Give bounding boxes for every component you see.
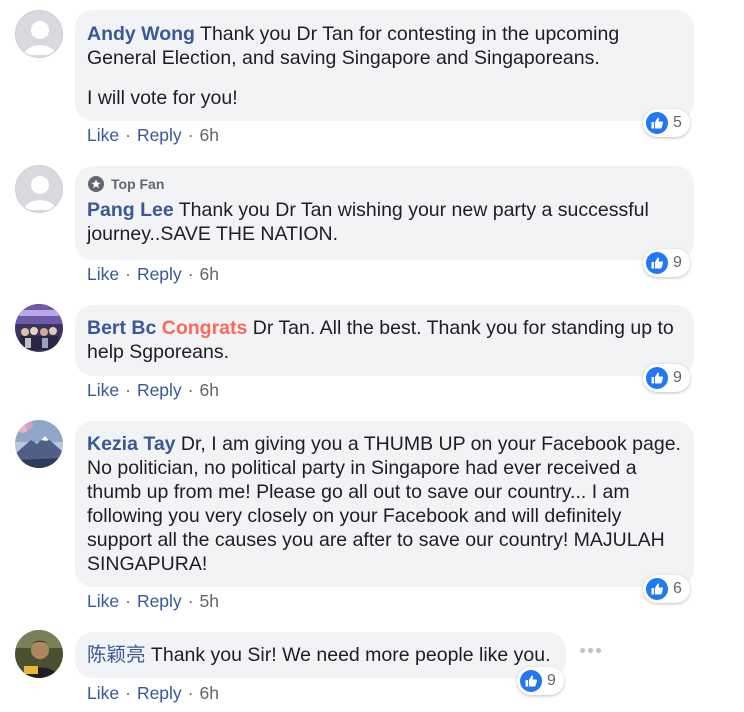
separator: · (125, 683, 131, 703)
separator: · (125, 591, 131, 611)
default-user-icon (24, 21, 56, 55)
like-thumb-icon (646, 112, 668, 134)
comment-author[interactable]: Pang Lee (87, 199, 174, 221)
comment-actions: Like · Reply · 6h (87, 125, 219, 145)
top-fan-label: Top Fan (111, 176, 165, 192)
avatar[interactable] (15, 165, 63, 213)
reply-link[interactable]: Reply (137, 380, 182, 400)
separator: · (187, 380, 194, 400)
reaction-count[interactable]: 9 (643, 364, 690, 392)
avatar[interactable] (15, 630, 63, 678)
default-user-icon (24, 176, 56, 210)
avatar[interactable] (15, 10, 63, 58)
mountain-landscape-icon (15, 420, 63, 468)
timestamp[interactable]: 6h (200, 683, 219, 703)
comment-text: Thank you Sir! We need more people like … (145, 644, 551, 666)
avatar[interactable] (15, 420, 63, 468)
like-link[interactable]: Like (87, 380, 119, 400)
reaction-number: 6 (673, 580, 682, 597)
top-fan-badge: Top Fan (88, 175, 682, 193)
separator: · (187, 591, 194, 611)
like-thumb-icon (646, 578, 668, 600)
comment-actions: Like · Reply · 6h (87, 380, 219, 400)
comment-actions: Like · Reply · 6h (87, 264, 219, 284)
comment-actions: Like · Reply · 6h (87, 683, 219, 703)
comment-bubble: Top Fan Pang Lee Thank you Dr Tan wishin… (75, 166, 694, 260)
timestamp[interactable]: 6h (200, 380, 219, 400)
top-fan-star-icon (88, 176, 104, 192)
reply-link[interactable]: Reply (137, 591, 182, 611)
like-link[interactable]: Like (87, 683, 119, 703)
comment-author[interactable]: Andy Wong (87, 23, 195, 45)
reaction-number: 9 (547, 672, 556, 689)
separator: · (125, 125, 131, 145)
reaction-number: 9 (673, 254, 682, 271)
separator: · (187, 125, 194, 145)
reaction-number: 5 (673, 114, 682, 131)
more-options-icon[interactable] (580, 648, 601, 653)
separator: · (187, 264, 194, 284)
like-link[interactable]: Like (87, 591, 119, 611)
timestamp[interactable]: 5h (200, 591, 219, 611)
avatar[interactable] (15, 304, 63, 352)
user-photo-icon (15, 630, 63, 678)
comment-bubble: Andy Wong Thank you Dr Tan for contestin… (75, 10, 694, 121)
reaction-count[interactable]: 5 (643, 109, 690, 137)
comment-actions: Like · Reply · 5h (87, 591, 219, 611)
comment-bubble: Bert Bc Congrats Dr Tan. All the best. T… (75, 305, 694, 376)
comment-bubble: Kezia Tay Dr, I am giving you a THUMB UP… (75, 421, 694, 587)
reaction-count[interactable]: 9 (517, 667, 564, 695)
like-thumb-icon (646, 252, 668, 274)
group-photo-icon (15, 304, 63, 352)
separator: · (187, 683, 194, 703)
reaction-count[interactable]: 6 (643, 575, 690, 603)
comment-text: I will vote for you! (87, 87, 238, 109)
comment-author[interactable]: Kezia Tay (87, 433, 176, 455)
timestamp[interactable]: 6h (200, 264, 219, 284)
reply-link[interactable]: Reply (137, 125, 182, 145)
comment-text: Dr, I am giving you a THUMB UP on your F… (87, 433, 681, 575)
congrats-tag: Congrats (161, 317, 248, 339)
like-thumb-icon (646, 367, 668, 389)
separator: · (125, 264, 131, 284)
like-link[interactable]: Like (87, 125, 119, 145)
reply-link[interactable]: Reply (137, 683, 182, 703)
reaction-count[interactable]: 9 (643, 249, 690, 277)
reaction-number: 9 (673, 369, 682, 386)
comment-bubble: 陈颖亮 Thank you Sir! We need more people l… (75, 632, 566, 678)
comment-author[interactable]: Bert Bc (87, 317, 156, 339)
like-thumb-icon (520, 670, 542, 692)
like-link[interactable]: Like (87, 264, 119, 284)
reply-link[interactable]: Reply (137, 264, 182, 284)
comment-author[interactable]: 陈颖亮 (87, 644, 146, 666)
separator: · (125, 380, 131, 400)
timestamp[interactable]: 6h (200, 125, 219, 145)
